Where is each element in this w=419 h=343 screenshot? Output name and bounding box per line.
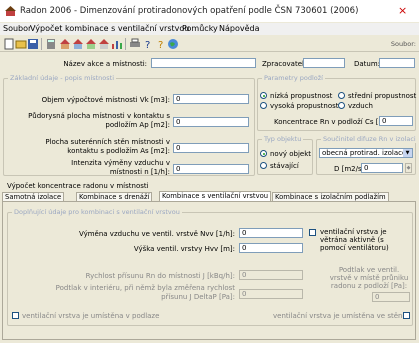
radio-vysoka-label: vysoká propustnost — [270, 102, 339, 110]
house-drainage-icon[interactable] — [59, 38, 71, 50]
vymena-label: Výměna vzduchu ve ventil. vrstvě Nvv [1/… — [78, 230, 235, 238]
radio-stredni[interactable] — [338, 92, 345, 99]
open-folder-icon[interactable] — [15, 38, 27, 50]
globe-icon[interactable] — [167, 38, 179, 50]
hint-icon[interactable]: ? — [155, 38, 167, 50]
toolbar-separator — [125, 38, 126, 50]
podlaze-label: ventilační vrstva je umístěna v podlaze — [22, 312, 160, 320]
menu-pomucky[interactable]: Pomůcky — [182, 24, 218, 33]
podtlak-vrstva-label: Podtlak ve ventil. vrstvě v místě průnik… — [329, 266, 409, 290]
nazev-input[interactable] — [151, 58, 256, 68]
room-description-title: Základní údaje - popis místnosti — [8, 74, 117, 82]
object-type-title: Typ objektu — [262, 135, 304, 143]
radio-nizka[interactable] — [260, 92, 267, 99]
pudorysna-label-2: podložím Ap [m2]: — [105, 121, 170, 129]
toolbar-separator — [41, 38, 42, 50]
tab-samotna-izolace[interactable]: Samotná izolace — [2, 192, 65, 201]
tab-izolacni-podlazi[interactable]: Kombinace s izolačním podlažím — [272, 192, 389, 201]
chevron-down-icon[interactable]: ▼ — [403, 149, 412, 157]
radio-novy-label: nový objekt — [270, 150, 312, 158]
window-title: Radon 2006 - Dimenzování protiradonových… — [20, 6, 359, 16]
application-window: Radon 2006 - Dimenzování protiradonových… — [0, 0, 419, 343]
d-spinner[interactable]: ◆ — [405, 163, 412, 173]
d-input[interactable]: 0 — [361, 163, 403, 173]
zpracovatel-label: Zpracovatel: — [262, 60, 307, 68]
radio-nizka-label: nízká propustnost — [270, 92, 333, 100]
vypocet-label: Výpočet koncentrace radonu v místnosti — [7, 182, 149, 190]
save-icon[interactable] — [27, 38, 39, 50]
isolation-type-select[interactable]: obecná protirad. izolace ▼ — [319, 148, 413, 158]
radio-vzduch[interactable] — [338, 102, 345, 109]
rychlost-label: Rychlost přísunu Rn do místnosti J [kBq/… — [85, 272, 235, 280]
diffusion-coefficient-title: Součinitel difuze Rn v izolaci — [321, 135, 418, 143]
nazev-label: Název akce a místnosti: — [63, 60, 147, 68]
radio-vzduch-label: vzduch — [348, 102, 373, 110]
intenzita-label-1: Intenzita výměny vzduchu v — [71, 159, 170, 167]
koncentrace-input[interactable]: 0 — [379, 116, 413, 126]
close-icon[interactable]: × — [398, 4, 407, 17]
podlaze-checkbox[interactable] — [12, 312, 19, 319]
additional-data-title: Doplňující údaje pro kombinaci s ventila… — [12, 208, 182, 216]
vyska-input[interactable]: 0 — [239, 243, 303, 253]
rychlost-input[interactable]: 0 — [239, 270, 303, 280]
radio-stavajici-label: stávající — [270, 162, 299, 170]
radio-vysoka[interactable] — [260, 102, 267, 109]
calculator-icon[interactable] — [45, 38, 57, 50]
vyska-label: Výška ventil. vrstvy Hvv [m]: — [133, 245, 235, 253]
radio-stredni-label: střední propustnost — [348, 92, 417, 100]
tab-drenaz[interactable]: Kombinace s drenáží — [76, 192, 153, 201]
pudorysna-input[interactable]: 0 — [173, 117, 249, 127]
steny-checkbox[interactable] — [403, 312, 410, 319]
chart-icon[interactable] — [111, 38, 123, 50]
toolbar: ? ? Soubor: — [0, 37, 419, 52]
datum-label: Datum: — [354, 60, 381, 68]
tab-strip: Samotná izolace Kombinace s drenáží Komb… — [2, 191, 416, 201]
pudorysna-label-1: Půdorysná plocha místnosti v kontaktu s — [28, 112, 170, 120]
menu-vypocet[interactable]: Výpočet kombinace s ventilační vrstvou — [30, 24, 189, 33]
isolation-type-value: obecná protirad. izolace — [322, 149, 407, 157]
house-ventilation-icon[interactable] — [72, 38, 84, 50]
new-file-icon[interactable] — [3, 38, 15, 50]
subsoil-parameters-title: Parametry podloží — [262, 74, 325, 82]
datum-input[interactable] — [379, 58, 415, 68]
radio-stavajici[interactable] — [260, 162, 267, 169]
house-basement-icon[interactable] — [85, 38, 97, 50]
suterenni-label-1: Plocha suterénních stěn místnosti v — [45, 138, 170, 146]
svg-text:?: ? — [145, 40, 150, 50]
suterenni-input[interactable]: 0 — [173, 143, 249, 153]
podtlak-interier-label-1: Podtlak v interiéru, při němž byla změře… — [55, 284, 235, 292]
menu-napoveda[interactable]: Nápověda — [219, 24, 260, 33]
podtlak-interier-input[interactable]: 0 — [239, 289, 303, 299]
objem-label: Objem výpočtové místnosti Vk [m3]: — [41, 96, 170, 104]
intenzita-label-2: místnosti n [1/h]: — [109, 168, 170, 176]
title-bar: Radon 2006 - Dimenzování protiradonových… — [0, 0, 419, 22]
suterenni-label-2: kontaktu s podložím As [m2]: — [67, 147, 170, 155]
menu-soubor[interactable]: Soubor — [3, 24, 31, 33]
objem-input[interactable]: 0 — [173, 94, 249, 104]
house-wall-icon[interactable] — [98, 38, 110, 50]
menu-bar: Soubor Výpočet kombinace s ventilační vr… — [0, 23, 419, 35]
app-icon — [5, 6, 16, 16]
print-icon[interactable] — [129, 38, 141, 50]
help-icon[interactable]: ? — [143, 38, 155, 50]
radio-novy[interactable] — [260, 150, 267, 157]
vymena-input[interactable]: 0 — [239, 228, 303, 238]
tab-ventilacni-vrstva[interactable]: Kombinace s ventilační vrstvou — [159, 191, 272, 201]
aktivni-checkbox[interactable] — [309, 229, 316, 236]
podtlak-vrstva-input[interactable]: 0 — [372, 292, 410, 302]
aktivni-label: ventilační vrstva je větrána aktivně (s … — [320, 228, 389, 252]
zpracovatel-input[interactable] — [303, 58, 345, 68]
file-name-label: Soubor: — [390, 40, 416, 48]
podtlak-interier-label-2: přísunu J DeltaP [Pa]: — [161, 293, 235, 301]
steny-label: ventilační vrstva je umístěna ve stěně — [273, 312, 407, 320]
svg-text:?: ? — [158, 40, 163, 50]
intenzita-input[interactable]: 0 — [173, 164, 249, 174]
